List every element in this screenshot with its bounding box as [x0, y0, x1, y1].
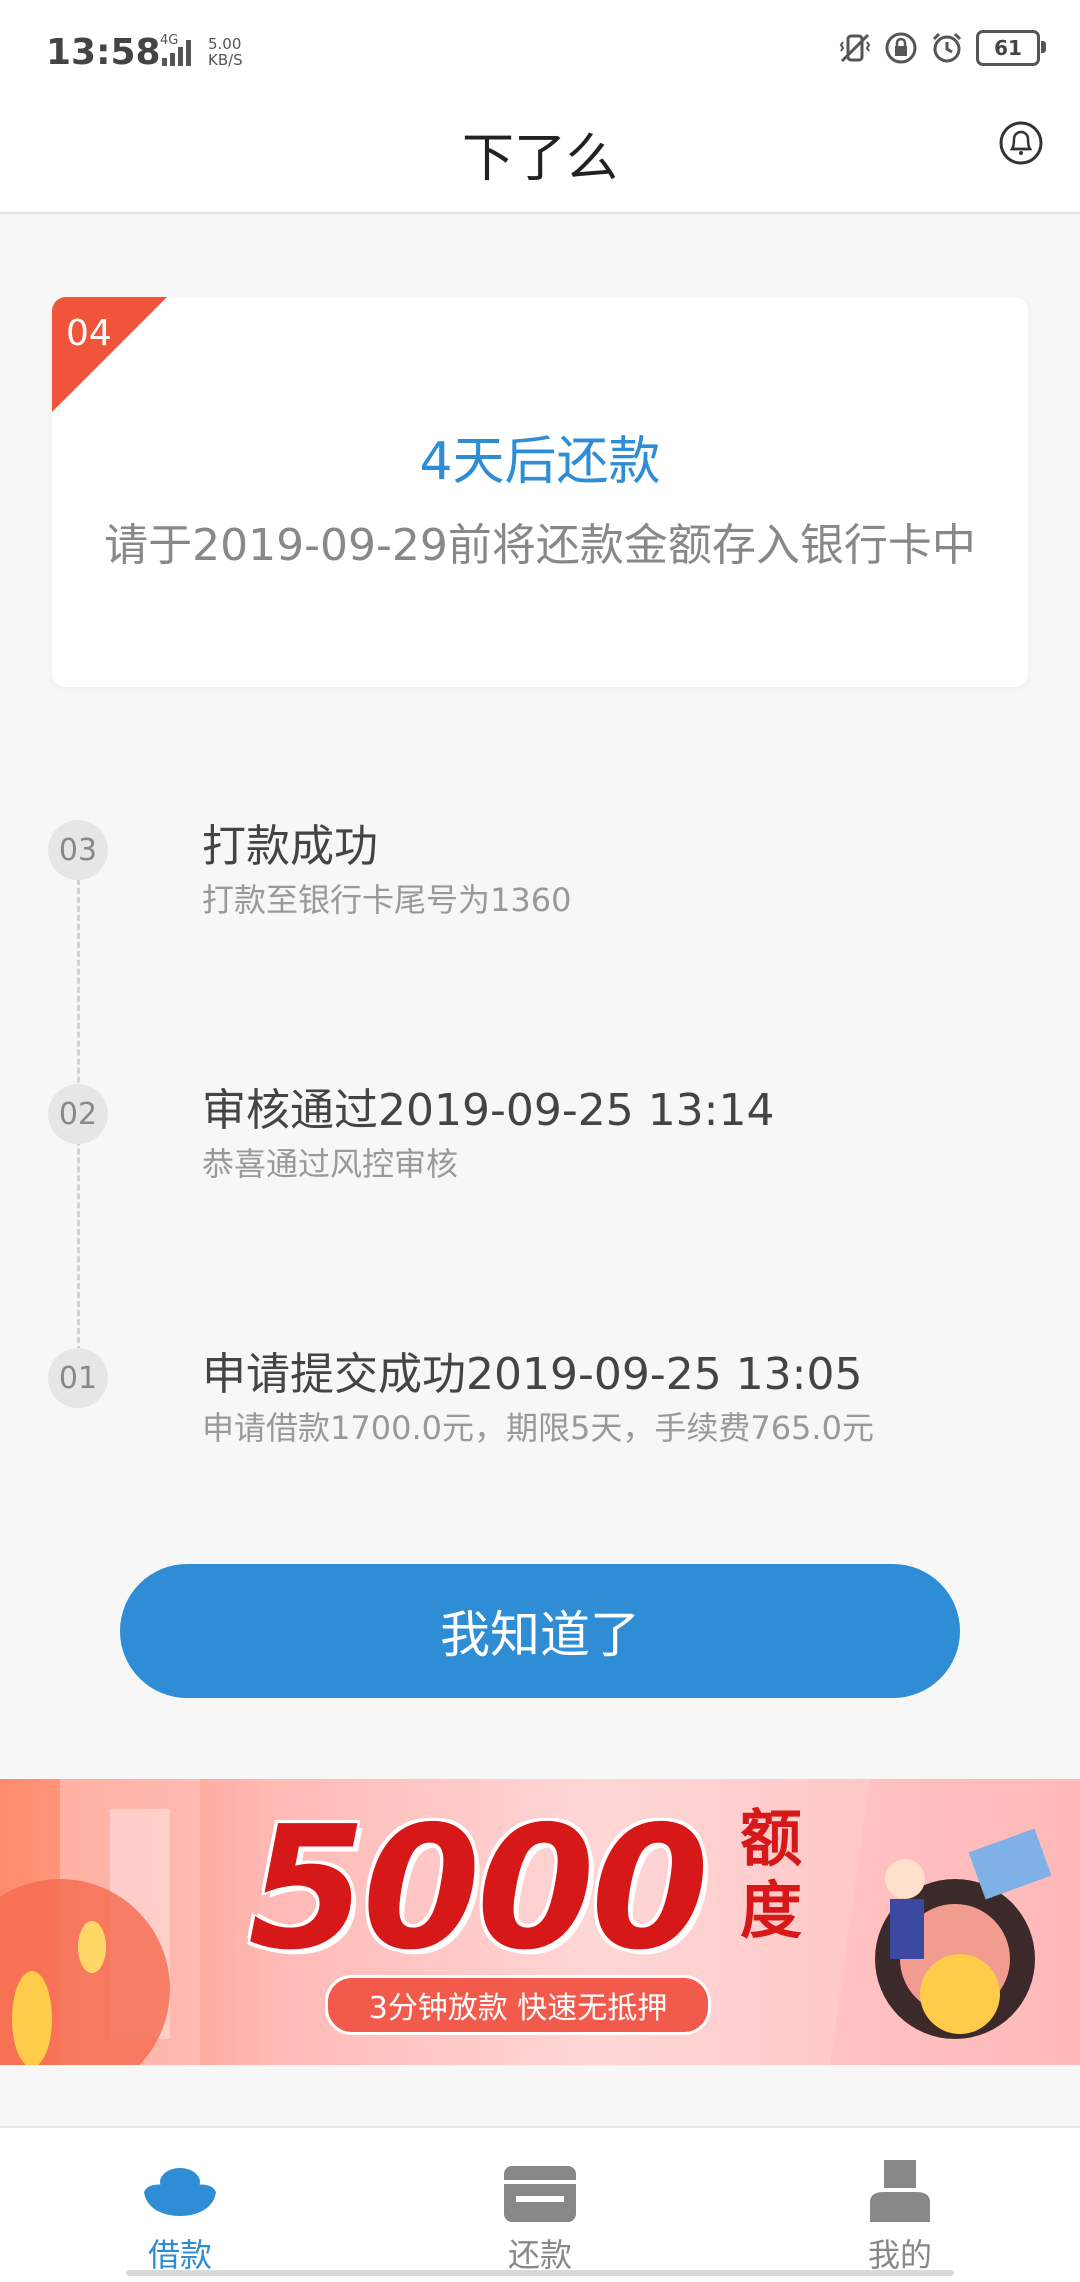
battery-icon: 61: [976, 30, 1046, 66]
network-speed: 5.00 KB/S: [208, 35, 243, 69]
credit-label: 额度: [739, 1802, 802, 1947]
status-icons: 61: [838, 30, 1046, 66]
credit-amount: 5000: [248, 1790, 709, 1988]
vibrate-icon: [839, 33, 871, 63]
step-number-badge: 01: [48, 1348, 108, 1408]
step-title: 申请提交成功2019-09-25 13:05: [202, 1349, 863, 1400]
timeline-step-02: 02 审核通过2019-09-25 13:14 恭喜通过风控审核: [0, 1074, 1080, 1184]
tab-mine[interactable]: 我的: [720, 2128, 1080, 2282]
status-time: 13:58: [46, 32, 161, 73]
promo-banner[interactable]: 5000 额度 3分钟放款 快速无抵押: [0, 1779, 1080, 2065]
repayment-countdown: 4天后还款: [419, 432, 661, 492]
step-number-badge: 03: [48, 820, 108, 880]
current-step-number: 04: [66, 313, 112, 354]
step-title: 审核通过2019-09-25 13:14: [202, 1085, 775, 1136]
step-title: 打款成功: [202, 821, 378, 872]
step-number-badge: 02: [48, 1084, 108, 1144]
repayment-card: 04 4天后还款 请于2019-09-29前将还款金额存入银行卡中: [52, 297, 1028, 687]
lock-icon: [885, 32, 917, 64]
tab-borrow[interactable]: 借款: [0, 2128, 360, 2282]
step-description: 打款至银行卡尾号为1360: [202, 881, 572, 919]
header: 下了么: [0, 110, 1080, 214]
bottom-tab-bar: 借款 还款 我的: [0, 2126, 1080, 2282]
network-type: 4G: [160, 33, 179, 48]
status-bar: 13:58 4G 5.00 KB/S 61: [0, 0, 1080, 110]
page-title: 下了么: [461, 129, 618, 189]
step-description: 恭喜通过风控审核: [202, 1145, 459, 1183]
banner-tagline: 3分钟放款 快速无抵押: [325, 1975, 711, 2035]
tab-repay[interactable]: 还款: [360, 2128, 720, 2282]
acknowledge-button[interactable]: 我知道了: [120, 1564, 960, 1698]
alarm-icon: [932, 32, 962, 63]
ingot-icon: [144, 2168, 216, 2216]
card-icon: [504, 2166, 576, 2222]
user-icon: [870, 2160, 930, 2222]
timeline-step-01: 01 申请提交成功2019-09-25 13:05 申请借款1700.0元，期限…: [0, 1338, 1080, 1448]
bell-icon[interactable]: [998, 120, 1044, 166]
home-indicator: [126, 2270, 954, 2276]
repayment-instruction: 请于2019-09-29前将还款金额存入银行卡中: [104, 520, 976, 571]
timeline-step-03: 03 打款成功 打款至银行卡尾号为1360: [0, 810, 1080, 920]
step-description: 申请借款1700.0元，期限5天，手续费765.0元: [202, 1409, 874, 1447]
